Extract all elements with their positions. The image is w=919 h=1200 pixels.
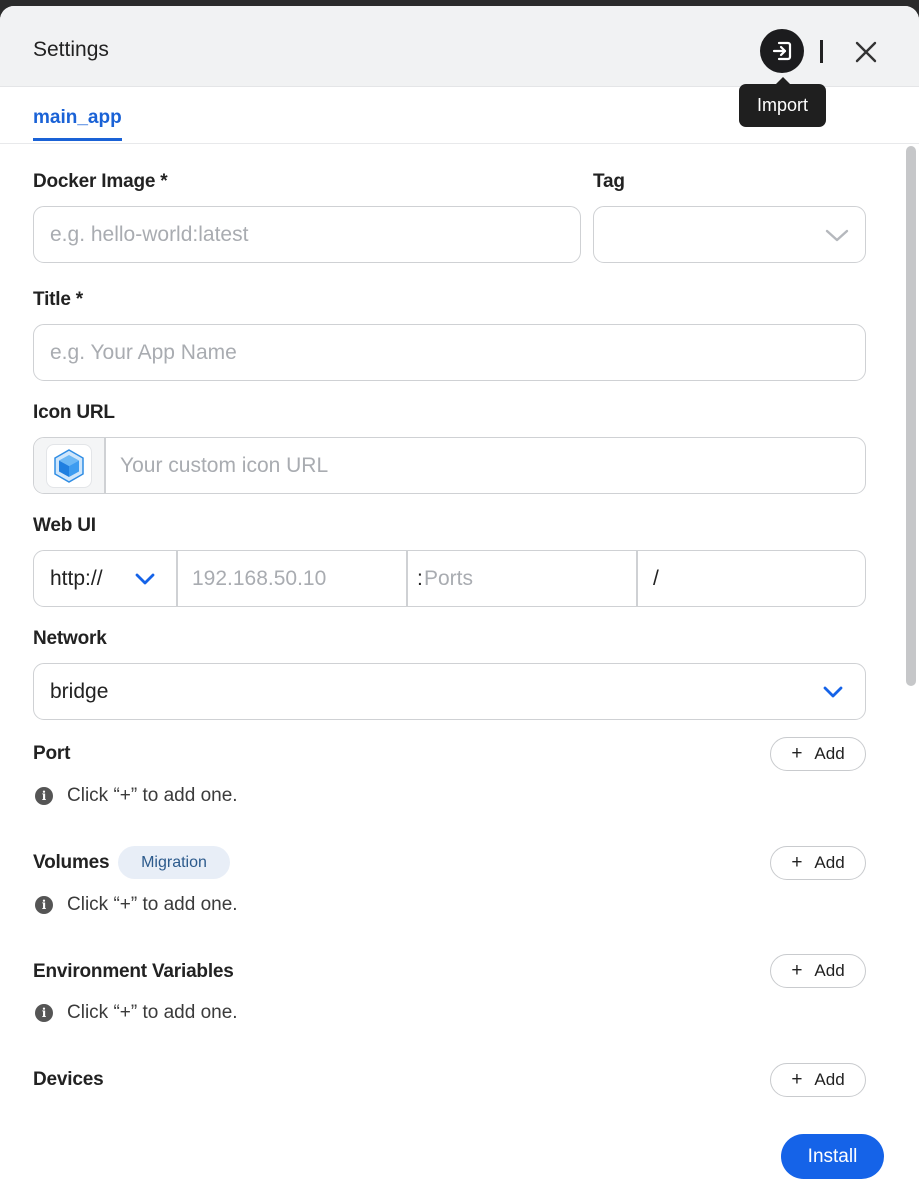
title-label: Title * — [33, 289, 83, 310]
chevron-down-icon — [825, 229, 849, 242]
path-value: / — [653, 567, 659, 590]
add-env-button[interactable]: + Add — [770, 954, 866, 988]
env-hint: i Click “+” to add one. — [35, 1002, 238, 1024]
add-volume-label: Add — [814, 853, 845, 872]
add-env-label: Add — [814, 961, 845, 980]
env-section-label: Environment Variables — [33, 961, 234, 982]
docker-image-placeholder: e.g. hello-world:latest — [50, 223, 249, 246]
icon-url-input[interactable]: Your custom icon URL — [33, 437, 866, 494]
plus-icon: + — [791, 960, 803, 981]
cube-icon — [54, 449, 84, 483]
app-icon-preview — [46, 444, 92, 488]
port-section-label: Port — [33, 743, 71, 764]
import-icon — [772, 41, 792, 61]
protocol-select[interactable]: http:// — [34, 551, 176, 606]
port-hint: i Click “+” to add one. — [35, 785, 238, 807]
devices-section-label: Devices — [33, 1069, 104, 1090]
volumes-hint-text: Click “+” to add one. — [67, 894, 238, 915]
title-placeholder: e.g. Your App Name — [50, 341, 237, 364]
migration-badge[interactable]: Migration — [118, 846, 230, 879]
icon-preview-box — [34, 438, 104, 493]
tab-main-app[interactable]: main_app — [33, 107, 122, 141]
plus-icon: + — [791, 1069, 803, 1090]
info-icon: i — [35, 1004, 53, 1022]
port-prefix: : — [417, 567, 423, 590]
host-placeholder: 192.168.50.10 — [192, 567, 327, 590]
info-icon: i — [35, 896, 53, 914]
tag-label: Tag — [593, 171, 625, 192]
port-input[interactable]: : Ports — [407, 551, 636, 606]
dialog-title: Settings — [33, 38, 109, 61]
add-port-label: Add — [814, 744, 845, 763]
settings-dialog: Settings Import main_app Docker Image * … — [0, 6, 919, 1200]
volumes-hint: i Click “+” to add one. — [35, 894, 238, 916]
plus-icon: + — [791, 852, 803, 873]
chevron-down-icon — [823, 686, 843, 698]
close-button[interactable] — [852, 38, 880, 66]
add-device-label: Add — [814, 1070, 845, 1089]
install-button[interactable]: Install — [781, 1134, 884, 1179]
icon-divider — [104, 438, 106, 493]
web-ui-group: http:// 192.168.50.10 : Ports / — [33, 550, 866, 607]
env-hint-text: Click “+” to add one. — [67, 1002, 238, 1023]
port-hint-text: Click “+” to add one. — [67, 785, 238, 806]
host-input[interactable]: 192.168.50.10 — [177, 551, 406, 606]
dialog-header: Settings — [0, 6, 919, 87]
network-value: bridge — [50, 680, 109, 703]
port-placeholder: Ports — [424, 567, 474, 590]
icon-url-label: Icon URL — [33, 402, 115, 423]
import-tooltip: Import — [739, 77, 826, 127]
volumes-section-label: Volumes — [33, 852, 110, 873]
title-input[interactable]: e.g. Your App Name — [33, 324, 866, 381]
add-device-button[interactable]: + Add — [770, 1063, 866, 1097]
footer-fade — [0, 1118, 903, 1138]
plus-icon: + — [791, 743, 803, 764]
network-select[interactable]: bridge — [33, 663, 866, 720]
chevron-down-icon — [135, 573, 155, 585]
network-label: Network — [33, 628, 107, 649]
close-icon — [855, 41, 877, 63]
add-port-button[interactable]: + Add — [770, 737, 866, 771]
header-divider — [820, 40, 823, 63]
docker-image-label: Docker Image * — [33, 171, 168, 192]
import-button[interactable] — [760, 29, 804, 73]
protocol-value: http:// — [50, 567, 103, 590]
docker-image-input[interactable]: e.g. hello-world:latest — [33, 206, 581, 263]
info-icon: i — [35, 787, 53, 805]
web-ui-label: Web UI — [33, 515, 96, 536]
add-volume-button[interactable]: + Add — [770, 846, 866, 880]
tag-select[interactable] — [593, 206, 866, 263]
path-input[interactable]: / — [637, 551, 865, 606]
scrollbar-thumb[interactable] — [906, 146, 916, 686]
icon-url-placeholder: Your custom icon URL — [120, 454, 329, 477]
